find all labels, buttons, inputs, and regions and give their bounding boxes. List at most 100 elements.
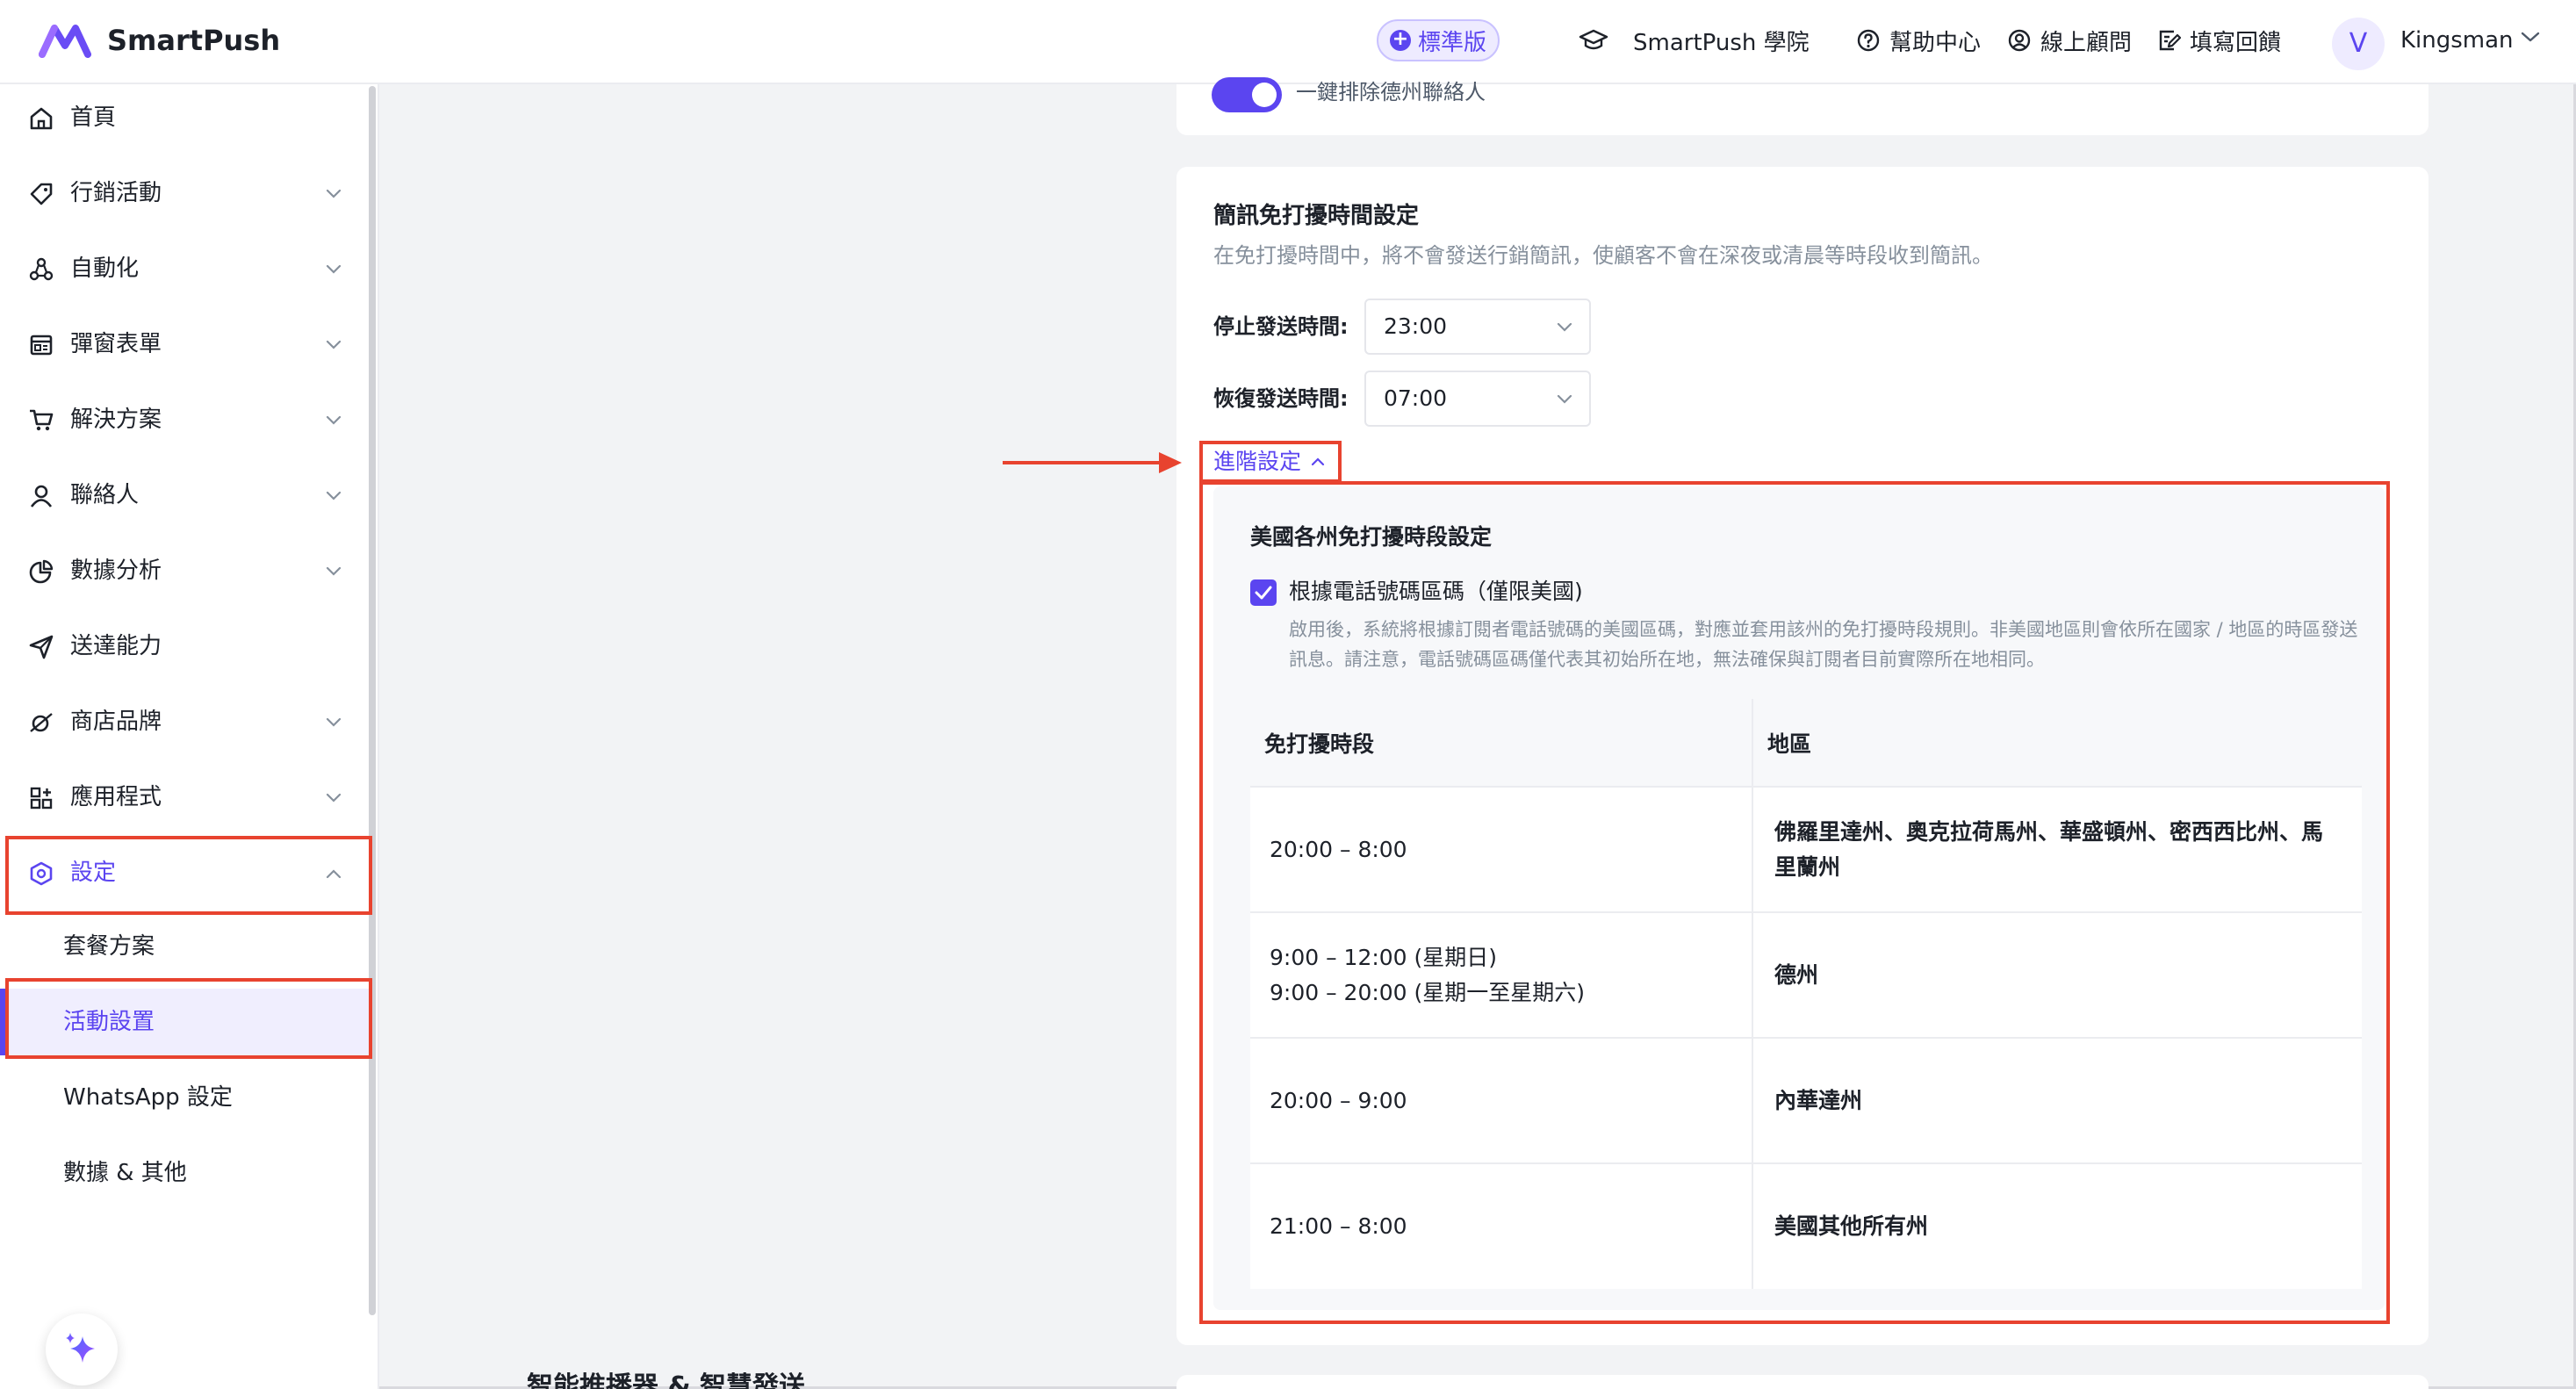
sidebar-item-deliverability[interactable]: 送達能力 — [0, 613, 369, 680]
user-icon — [30, 485, 53, 507]
quiet-period-cell: 21:00 – 8:00 — [1250, 1163, 1752, 1289]
sidebar-item-label: 應用程式 — [70, 784, 162, 810]
graduation-cap-icon — [1579, 29, 1608, 50]
state-quiet-hours-title: 美國各州免打擾時段設定 — [1250, 524, 1493, 550]
chevron-down-icon — [1557, 394, 1572, 404]
region-cell: 德州 — [1752, 912, 2362, 1039]
chevron-down-icon — [326, 717, 342, 727]
quiet-period-cell: 20:00 – 9:00 — [1250, 1038, 1752, 1164]
state-quiet-hours-table: 免打擾時段 地區 20:00 – 8:00 佛羅里達州、奧克拉荷馬州、華盛頓州、… — [1250, 699, 2362, 1289]
settings-hexagon-icon — [30, 861, 53, 886]
advanced-settings-toggle[interactable]: 進階設定 — [1213, 446, 1326, 478]
sidebar-item-label: 聯絡人 — [70, 482, 140, 508]
resume-time-value: 07:00 — [1384, 385, 1448, 411]
plan-badge-label: 標準版 — [1417, 29, 1486, 56]
chevron-down-icon[interactable] — [2520, 30, 2541, 44]
sidebar-item-apps[interactable]: 應用程式 — [0, 764, 369, 831]
automation-icon — [29, 257, 54, 281]
resume-time-label: 恢復發送時間: — [1213, 386, 1349, 411]
smartpush-logo-icon[interactable] — [39, 23, 91, 58]
help-center-label: 幫助中心 — [1889, 29, 1982, 56]
academy-link[interactable]: SmartPush 學院 — [1579, 21, 1810, 60]
sidebar-subitem-whatsapp-settings[interactable]: WhatsApp 設定 — [0, 1064, 369, 1131]
sidebar: 首頁 行銷活動 自動化 彈窗表單 解決方案 聯絡人 數據分析 送達能力 商店品牌 — [0, 84, 379, 1389]
quiet-period-text: 9:00 – 20:00 (星期一至星期六) — [1270, 979, 1586, 1005]
chevron-down-icon — [326, 264, 342, 274]
chevron-down-icon — [326, 793, 342, 802]
toggle-label: 一鍵排除德州聯絡人 — [1296, 80, 1486, 104]
sidebar-item-label: 數據分析 — [70, 558, 162, 584]
quiet-period-cell: 9:00 – 12:00 (星期日) 9:00 – 20:00 (星期一至星期六… — [1250, 912, 1752, 1039]
cart-icon — [30, 409, 54, 431]
check-icon — [1255, 586, 1272, 600]
sidebar-item-label: 送達能力 — [70, 633, 162, 659]
sidebar-item-campaigns[interactable]: 行銷活動 — [0, 160, 369, 227]
academy-label: SmartPush 學院 — [1633, 29, 1810, 56]
apps-grid-icon — [30, 787, 53, 810]
send-icon — [29, 635, 54, 659]
selected-indicator — [0, 989, 5, 1055]
sidebar-item-label: 自動化 — [70, 255, 140, 282]
sidebar-scrollbar[interactable] — [369, 86, 376, 1315]
sidebar-item-analytics[interactable]: 數據分析 — [0, 537, 369, 604]
texas-exclusion-card: 一鍵排除德州聯絡人 — [1176, 77, 2428, 135]
online-advisor-link[interactable]: 線上顧問 — [2007, 21, 2132, 60]
sidebar-item-store-brand[interactable]: 商店品牌 — [0, 688, 369, 755]
chevron-up-icon — [326, 869, 342, 879]
top-bar: SmartPush + 標準版 SmartPush 學院 幫助中心 線上顧問 填… — [0, 0, 2576, 84]
edit-note-icon — [2159, 30, 2181, 51]
brand-name[interactable]: SmartPush — [107, 21, 280, 60]
avatar[interactable]: V — [2332, 18, 2385, 70]
area-code-checkbox-label[interactable]: 根據電話號碼區碼（僅限美國) — [1289, 574, 1583, 609]
region-cell: 佛羅里達州、奧克拉荷馬州、華盛頓州、密西西比州、馬里蘭州 — [1752, 787, 2362, 913]
quiet-period-cell: 20:00 – 8:00 — [1250, 787, 1752, 913]
sidebar-item-solutions[interactable]: 解決方案 — [0, 386, 369, 453]
region-cell: 美國其他所有州 — [1752, 1163, 2362, 1289]
sidebar-item-contacts[interactable]: 聯絡人 — [0, 462, 369, 529]
sidebar-subitem-label: 套餐方案 — [63, 933, 155, 960]
form-window-icon — [30, 335, 53, 356]
chevron-down-icon — [326, 491, 342, 500]
table-row: 20:00 – 9:00 內華達州 — [1250, 1038, 2362, 1164]
username[interactable]: Kingsman — [2400, 21, 2514, 60]
stop-time-value: 23:00 — [1384, 313, 1448, 339]
table-row: 20:00 – 8:00 佛羅里達州、奧克拉荷馬州、華盛頓州、密西西比州、馬里蘭… — [1250, 787, 2362, 913]
sidebar-subitem-data-other[interactable]: 數據 & 其他 — [0, 1140, 369, 1206]
quiet-period-text: 20:00 – 8:00 — [1270, 836, 1407, 862]
sidebar-item-settings[interactable]: 設定 — [0, 839, 369, 906]
sidebar-item-popup-forms[interactable]: 彈窗表單 — [0, 311, 369, 378]
home-icon — [30, 107, 53, 130]
quiet-period-text: 21:00 – 8:00 — [1270, 1213, 1407, 1239]
chevron-down-icon — [326, 189, 342, 198]
feedback-label: 填寫回饋 — [2190, 29, 2282, 56]
stop-time-select[interactable]: 23:00 — [1364, 299, 1591, 355]
sidebar-item-label: 商店品牌 — [70, 709, 162, 735]
advanced-settings-panel: 美國各州免打擾時段設定 根據電話號碼區碼（僅限美國) 啟用後，系統將根據訂閱者電… — [1213, 486, 2385, 1310]
ai-assistant-button[interactable] — [46, 1313, 118, 1385]
next-card — [1176, 1375, 2428, 1389]
region-cell: 內華達州 — [1752, 1038, 2362, 1164]
plan-badge[interactable]: + 標準版 — [1377, 19, 1500, 61]
sidebar-subitem-label: 數據 & 其他 — [63, 1160, 187, 1186]
quiet-hours-title: 簡訊免打擾時間設定 — [1213, 203, 1420, 229]
sidebar-item-label: 解決方案 — [70, 407, 162, 433]
table-row: 9:00 – 12:00 (星期日) 9:00 – 20:00 (星期一至星期六… — [1250, 912, 2362, 1039]
area-code-checkbox[interactable] — [1250, 579, 1277, 606]
exclude-texas-toggle[interactable] — [1212, 77, 1282, 112]
advanced-settings-label: 進階設定 — [1213, 449, 1302, 474]
sidebar-subitem-campaign-settings[interactable]: 活動設置 — [0, 989, 369, 1055]
chevron-down-icon — [326, 340, 342, 349]
help-center-link[interactable]: 幫助中心 — [1856, 21, 1981, 60]
sidebar-item-label: 設定 — [70, 860, 117, 886]
column-header: 地區 — [1752, 699, 2362, 788]
stop-time-label: 停止發送時間: — [1213, 314, 1349, 339]
sidebar-subitem-plans[interactable]: 套餐方案 — [0, 913, 369, 980]
sidebar-item-label: 首頁 — [70, 104, 117, 131]
feedback-link[interactable]: 填寫回饋 — [2156, 21, 2281, 60]
online-advisor-label: 線上顧問 — [2040, 29, 2133, 56]
resume-time-select[interactable]: 07:00 — [1364, 371, 1591, 427]
arrow-right-icon — [1003, 452, 1182, 473]
sidebar-item-home[interactable]: 首頁 — [0, 84, 369, 151]
sidebar-subitem-label: 活動設置 — [63, 1009, 155, 1035]
sidebar-item-automation[interactable]: 自動化 — [0, 235, 369, 302]
